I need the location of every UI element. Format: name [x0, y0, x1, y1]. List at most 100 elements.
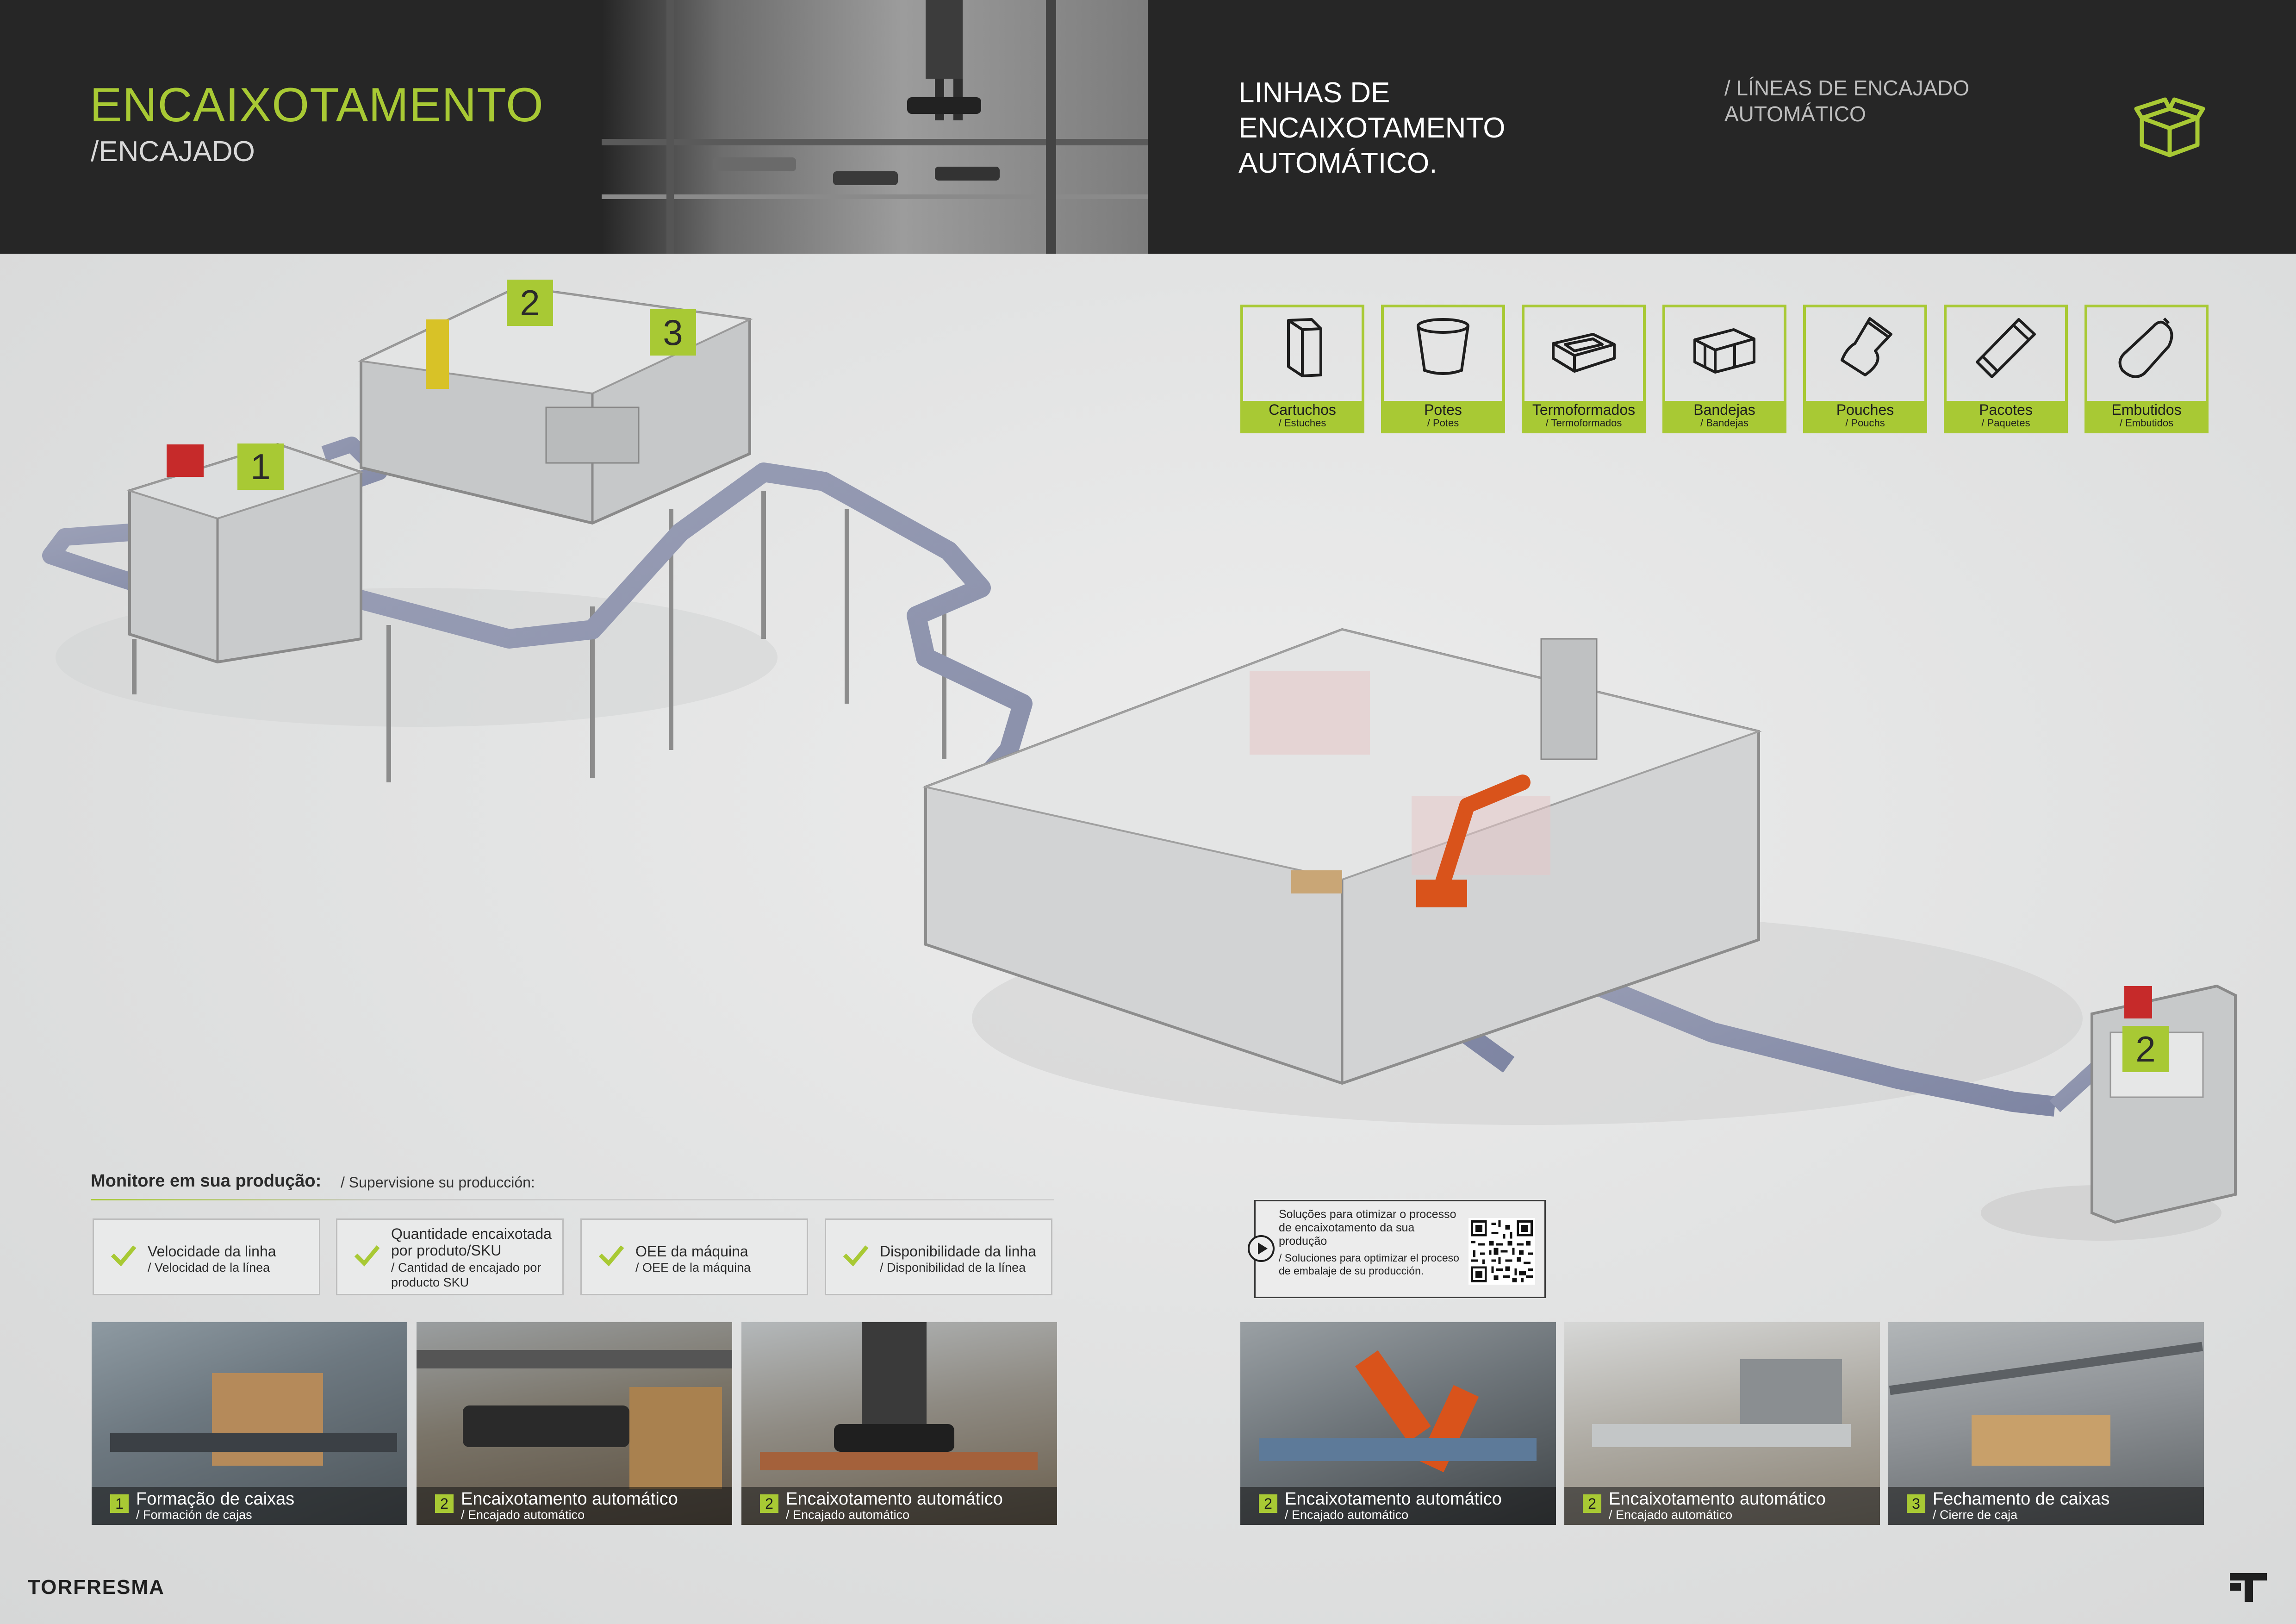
tray-row-shape — [760, 1452, 1038, 1470]
section-heading-es-line1: / LÍNEAS DE ENCAJADO — [1724, 76, 1970, 100]
cardboard-box-shape — [629, 1387, 722, 1489]
photo-robot-packing: 2 Encaixotamento automático / Encajado a… — [1240, 1322, 1556, 1525]
metric-card-availability: Disponibilidade da linha / Disponibilida… — [825, 1218, 1052, 1295]
robot-head-shape — [862, 1322, 927, 1433]
gantry-shape — [417, 1350, 732, 1368]
thermoformed-icon — [1552, 333, 1616, 373]
section-heading: LINHAS DE ENCAIXOTAMENTO AUTOMÁTICO. — [1238, 75, 1590, 181]
product-potes: Potes / Potes — [1381, 305, 1505, 433]
metric-label: Velocidade da linha — [148, 1243, 276, 1260]
photo-pick-and-place: 2 Encaixotamento automático / Encajado a… — [1564, 1322, 1880, 1525]
cardboard-box-shape — [1972, 1415, 2110, 1466]
metric-card-line-speed: Velocidade da linha / Velocidad de la lí… — [93, 1218, 320, 1295]
product-bandejas: Bandejas / Bandejas — [1662, 305, 1786, 433]
product-sublabel: / Estuches — [1278, 417, 1326, 429]
photo-title: Formação de caixas — [136, 1489, 295, 1509]
section-heading-es: / LÍNEAS DE ENCAJADO AUTOMÁTICO — [1724, 75, 2002, 127]
metric-sublabel-line1: / Cantidad de encajado por — [391, 1261, 541, 1274]
photo-subtitle: / Encajado automático — [1285, 1508, 1409, 1522]
robot-arm-shape — [1355, 1350, 1431, 1443]
photo-title: Encaixotamento automático — [1609, 1489, 1826, 1509]
photo-case-closing: 3 Fechamento de caixas / Cierre de caja — [1888, 1322, 2204, 1525]
qr-code[interactable] — [1468, 1218, 1535, 1285]
photo-subtitle: / Cierre de caja — [1933, 1508, 2018, 1522]
marker-2-right: 2 — [2122, 1026, 2169, 1072]
closing-machine — [2091, 984, 2237, 1224]
metric-label-line2: por produto/SKU — [391, 1242, 502, 1259]
monitor-title: Monitore em sua produção: — [91, 1171, 322, 1191]
metric-sublabel: / OEE de la máquina — [635, 1261, 751, 1274]
marker-1: 1 — [237, 443, 284, 490]
metric-label: Disponibilidade da linha — [880, 1243, 1037, 1260]
brand-logo: TORFRESMA — [28, 1576, 165, 1599]
photo-step-number: 2 — [1583, 1494, 1601, 1513]
divider — [91, 1199, 1054, 1200]
machine-rail-shape — [110, 1433, 397, 1452]
photo-subtitle: / Encajado automático — [1609, 1508, 1733, 1522]
product-label: Pouches — [1836, 401, 1894, 418]
qr-text-es: / Soluciones para optimizar el proceso d… — [1279, 1252, 1459, 1277]
product-sublabel: / Potes — [1427, 417, 1459, 429]
photo-step-number: 1 — [110, 1494, 129, 1513]
metric-sublabel: / Velocidad de la línea — [148, 1261, 270, 1274]
product-label: Embutidos — [2111, 401, 2182, 418]
product-label: Potes — [1424, 401, 1462, 418]
packet-icon — [1976, 318, 2036, 378]
section-heading-line1: LINHAS DE ENCAIXOTAMENTO — [1238, 77, 1506, 144]
metric-sublabel: / Disponibilidad de la línea — [880, 1261, 1026, 1274]
metric-card-quantity-sku: Quantidade encaixotada por produto/SKU /… — [336, 1218, 564, 1295]
product-label: Bandejas — [1693, 401, 1755, 418]
photo-step-number: 3 — [1907, 1494, 1925, 1513]
qr-text: Soluções para otimizar o processo de enc… — [1279, 1208, 1456, 1248]
product-pacotes: Pacotes / Paquetes — [1944, 305, 2068, 433]
product-label: Termoformados — [1532, 401, 1636, 418]
pouch-icon — [1841, 317, 1892, 376]
metric-card-oee: OEE da máquina / OEE de la máquina — [580, 1218, 808, 1295]
product-pouches: Pouches / Pouchs — [1803, 305, 1927, 433]
product-sublabel: / Bandejas — [1700, 417, 1748, 429]
product-label: Pacotes — [1979, 401, 2033, 418]
box-icon — [2134, 97, 2205, 157]
product-termoformados: Termoformados / Termoformados — [1522, 305, 1646, 433]
product-sublabel: / Paquetes — [1981, 417, 2030, 429]
pot-icon — [1417, 318, 1469, 375]
page-title: ENCAIXOTAMENTO — [90, 78, 544, 132]
check-icon — [111, 1245, 137, 1267]
page-subtitle: /ENCAJADO — [91, 136, 255, 168]
marker-2: 2 — [507, 280, 553, 326]
photo-subtitle: / Encajado automático — [461, 1508, 585, 1522]
product-cartuchos: Cartuchos / Estuches — [1240, 305, 1364, 433]
check-icon — [598, 1245, 624, 1267]
product-sublabel: / Pouchs — [1845, 417, 1885, 429]
photo-title: Encaixotamento automático — [1285, 1489, 1502, 1509]
arm-shape — [1889, 1342, 2203, 1395]
section-heading-es-line2: AUTOMÁTICO — [1724, 102, 1866, 126]
header-photo — [602, 0, 1148, 254]
gripper-head-shape — [1740, 1359, 1842, 1433]
photo-title: Fechamento de caixas — [1933, 1489, 2110, 1509]
sausage-icon — [2118, 317, 2173, 378]
play-icon[interactable] — [1246, 1234, 1276, 1263]
product-sublabel: / Embutidos — [2119, 417, 2174, 429]
photo-case-packing-1: 2 Encaixotamento automático / Encajado a… — [417, 1322, 732, 1525]
qr-callout[interactable]: Soluções para otimizar o processo de enc… — [1248, 1200, 1546, 1298]
photo-case-packing-2: 2 Encaixotamento automático / Encajado a… — [741, 1322, 1057, 1525]
metric-label: OEE da máquina — [635, 1243, 748, 1260]
gripper-shape — [834, 1424, 954, 1452]
gripper-shape — [463, 1405, 629, 1447]
product-row-shape — [1259, 1438, 1537, 1461]
photo-step-number: 2 — [760, 1494, 778, 1513]
monitor-subtitle: / Supervisione su producción: — [341, 1174, 535, 1191]
check-icon — [843, 1245, 869, 1267]
metric-sublabel-line2: producto SKU — [391, 1275, 469, 1289]
conveyor-shape — [1592, 1424, 1851, 1447]
product-embutidos: Embutidos / Embutidos — [2084, 305, 2209, 433]
product-sublabel: / Termoformados — [1545, 417, 1622, 429]
section-heading-line2: AUTOMÁTICO. — [1238, 147, 1437, 179]
photo-subtitle: / Formación de cajas — [136, 1508, 252, 1522]
carton-icon — [1287, 318, 1322, 377]
photo-title: Encaixotamento automático — [786, 1489, 1003, 1509]
photo-box-forming: 1 Formação de caixas / Formación de caja… — [92, 1322, 407, 1525]
photo-title: Encaixotamento automático — [461, 1489, 678, 1509]
photo-step-number: 2 — [435, 1494, 454, 1513]
